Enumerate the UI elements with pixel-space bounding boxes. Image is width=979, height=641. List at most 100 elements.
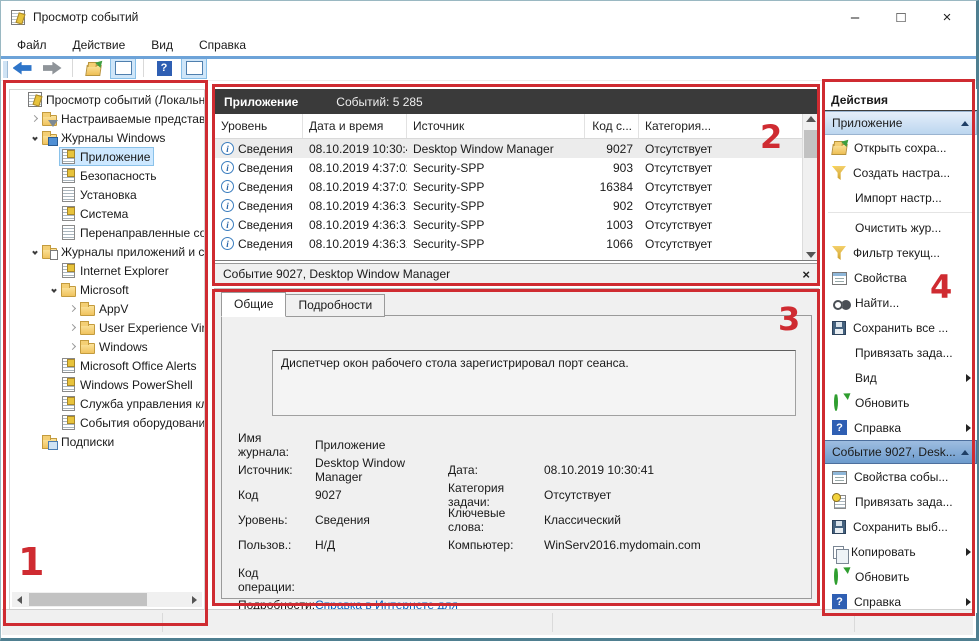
expander-icon[interactable] [66,340,79,353]
expander-icon[interactable] [66,321,79,334]
open-saved-log-button[interactable] [80,57,106,79]
expander-icon[interactable] [28,245,41,258]
expander-icon[interactable] [28,131,41,144]
subscriptions-icon [42,438,57,449]
tree-item-kms[interactable]: Служба управления клю [10,394,204,413]
table-row[interactable]: Сведения 08.10.2019 4:37:02 Security-SPP… [215,158,818,177]
table-row[interactable]: Сведения 08.10.2019 10:30:41 Desktop Win… [215,139,818,158]
actions-section-application[interactable]: Приложение [824,111,977,135]
action-attach-task-to-event[interactable]: Привязать зада... [824,489,977,514]
menu-help[interactable]: Справка [199,38,246,52]
tree-item-microsoft[interactable]: Microsoft [10,280,204,299]
scroll-down-arrow[interactable] [806,252,816,258]
maximize-button[interactable]: □ [878,1,924,33]
tree-item-custom-views[interactable]: Настраиваемые представле [10,109,204,128]
field-value: Н/Д [315,538,448,552]
table-row[interactable]: Сведения 08.10.2019 4:36:31 Security-SPP… [215,196,818,215]
tab-general[interactable]: Общие [221,292,286,317]
forward-button[interactable] [39,57,65,79]
scroll-right-arrow[interactable] [187,592,202,607]
task-clock-icon [834,495,846,509]
tree-horizontal-scrollbar[interactable] [12,592,202,607]
filter-icon [832,246,846,260]
scroll-left-arrow[interactable] [12,592,27,607]
details-tabs: Общие Подробности [221,294,384,317]
tree-item-hardware-events[interactable]: События оборудования [10,413,204,432]
field-value: 08.10.2019 10:30:41 [544,463,801,477]
tree-item-app-services-logs[interactable]: Журналы приложений и сл [10,242,204,261]
column-header-code[interactable]: Код с... [585,114,639,138]
tree-item-forwarded-events[interactable]: Перенаправленные соб [10,223,204,242]
information-icon [221,180,234,193]
action-create-custom-view[interactable]: Создать настра... [824,160,977,185]
properties-icon [832,471,847,484]
action-refresh[interactable]: Обновить [824,390,977,415]
table-row[interactable]: Сведения 08.10.2019 4:36:31 Security-SPP… [215,215,818,234]
tree-item-subscriptions[interactable]: Подписки [10,432,204,451]
scroll-up-arrow[interactable] [806,116,816,122]
column-header-source[interactable]: Источник [407,114,585,138]
tree-item-office-alerts[interactable]: Microsoft Office Alerts [10,356,204,375]
action-help-submenu[interactable]: Справка [824,415,977,440]
tree-item-windows-logs[interactable]: Журналы Windows [10,128,204,147]
tree-item-setup[interactable]: Установка [10,185,204,204]
close-button[interactable]: × [924,1,970,33]
expander-icon[interactable] [47,283,60,296]
tree-item-windows[interactable]: Windows [10,337,204,356]
action-view-submenu[interactable]: Вид [824,365,977,390]
action-copy-submenu[interactable]: Копировать [824,539,977,564]
tree-item-application[interactable]: Приложение [10,147,204,166]
information-icon [221,161,234,174]
show-console-tree-button[interactable] [110,57,136,79]
column-header-datetime[interactable]: Дата и время [303,114,407,138]
table-header-row: Уровень Дата и время Источник Код с... К… [215,114,818,139]
action-event-properties[interactable]: Свойства собы... [824,464,977,489]
action-refresh-event[interactable]: Обновить [824,564,977,589]
scrollbar-thumb[interactable] [804,130,817,158]
column-header-level[interactable]: Уровень [215,114,303,138]
action-import-custom-view[interactable]: Импорт настр... [824,185,977,210]
show-action-pane-button[interactable] [181,57,207,79]
action-open-saved-log[interactable]: Открыть сохра... [824,135,977,160]
expander-icon[interactable] [28,112,41,125]
field-value: Классический [544,513,801,527]
field-value: Приложение [315,438,448,452]
action-save-all-events[interactable]: Сохранить все ... [824,315,977,340]
log-icon [62,225,75,240]
action-clear-log[interactable]: Очистить жур... [824,215,977,240]
expander-icon[interactable] [66,302,79,315]
tree-item-internet-explorer[interactable]: Internet Explorer [10,261,204,280]
tree-item-root[interactable]: Просмотр событий (Локальн [10,90,204,109]
minimize-button[interactable]: – [832,1,878,33]
help-button[interactable] [151,57,177,79]
tab-details[interactable]: Подробности [285,294,385,317]
information-icon [221,142,234,155]
collapse-arrow-icon[interactable] [961,121,969,126]
close-preview-icon[interactable]: × [802,267,810,282]
tree-item-security[interactable]: Безопасность [10,166,204,185]
tree-item-appv[interactable]: AppV [10,299,204,318]
log-icon [62,358,75,373]
actions-section-event[interactable]: Событие 9027, Desk... [824,440,977,464]
back-button[interactable] [9,57,35,79]
menu-action[interactable]: Действие [73,38,126,52]
tree-item-user-experience[interactable]: User Experience Virtua [10,318,204,337]
menu-file[interactable]: Файл [17,38,47,52]
menu-view[interactable]: Вид [151,38,173,52]
table-row[interactable]: Сведения 08.10.2019 4:37:02 Security-SPP… [215,177,818,196]
action-save-selected-events[interactable]: Сохранить выб... [824,514,977,539]
action-find[interactable]: Найти... [824,290,977,315]
scrollbar-thumb[interactable] [29,593,147,606]
console-window-icon [115,61,132,75]
table-vertical-scrollbar[interactable] [802,114,818,260]
action-properties[interactable]: Свойства [824,265,977,290]
tree-item-system[interactable]: Система [10,204,204,223]
table-row[interactable]: Сведения 08.10.2019 4:36:31 Security-SPP… [215,234,818,253]
collapse-arrow-icon[interactable] [961,450,969,455]
field-value: Отсутствует [544,488,801,502]
tree-item-powershell[interactable]: Windows PowerShell [10,375,204,394]
action-attach-task[interactable]: Привязать зада... [824,340,977,365]
column-header-category[interactable]: Категория... [639,114,818,138]
action-filter-current-log[interactable]: Фильтр текущ... [824,240,977,265]
field-label: Уровень: [238,513,315,527]
